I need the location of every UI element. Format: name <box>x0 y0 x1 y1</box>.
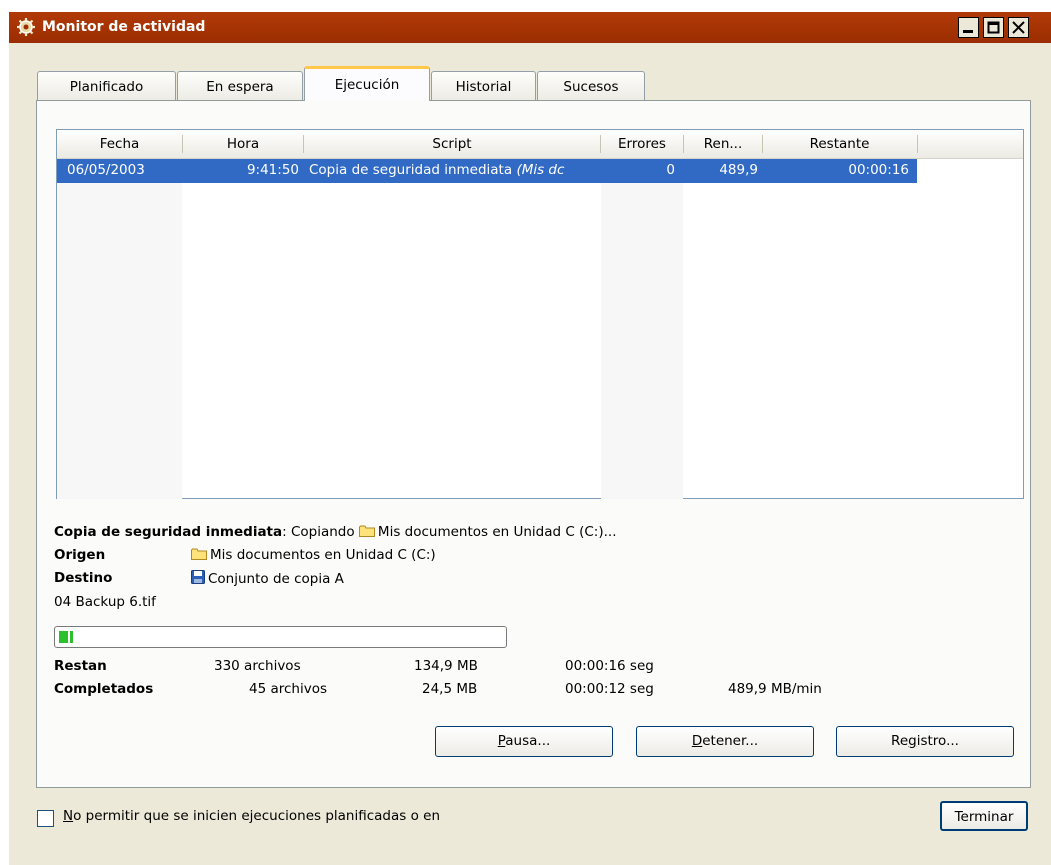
progress-bar <box>54 626 507 648</box>
tab-en-espera[interactable]: En espera <box>177 71 303 101</box>
operation-status: Copia de seguridad inmediata: Copiando M… <box>54 524 617 540</box>
progress-block <box>59 631 68 643</box>
minimize-icon <box>963 30 973 33</box>
close-icon <box>1012 21 1025 34</box>
column-shade <box>601 183 683 499</box>
maximize-icon <box>987 21 1000 34</box>
destino-value: Conjunto de copia A <box>191 570 344 587</box>
completados-time: 00:00:12 seg <box>565 681 654 697</box>
tab-ejecucion[interactable]: Ejecución <box>304 66 430 101</box>
column-header-script[interactable]: Script <box>304 130 600 158</box>
list-header: Fecha Hora Script Errores Ren... Restant… <box>57 130 1023 159</box>
folder-icon <box>191 548 207 560</box>
origen-value: Mis documentos en Unidad C (C:) <box>191 547 436 563</box>
restan-files: 330 archivos <box>214 658 301 674</box>
completados-files: 45 archivos <box>249 681 328 697</box>
origen-label: Origen <box>54 547 106 563</box>
cell-fecha: 06/05/2003 <box>67 162 145 178</box>
pause-button[interactable]: Pausa... <box>435 726 613 757</box>
cell-errores: 0 <box>666 162 675 178</box>
activity-monitor-window: Monitor de actividad Planificado En espe… <box>9 12 1051 865</box>
column-header-ren[interactable]: Ren... <box>684 130 762 158</box>
completados-label: Completados <box>54 681 154 697</box>
terminar-button[interactable]: Terminar <box>940 801 1028 831</box>
column-header-fecha[interactable]: Fecha <box>57 130 182 158</box>
destino-label: Destino <box>54 570 113 586</box>
gear-icon <box>17 18 35 36</box>
column-header-restante[interactable]: Restante <box>763 130 916 158</box>
completados-size: 24,5 MB <box>422 681 478 697</box>
close-button[interactable] <box>1008 17 1029 38</box>
cell-restante: 00:00:16 <box>848 162 909 178</box>
title-bar[interactable]: Monitor de actividad <box>9 12 1051 43</box>
folder-icon <box>358 525 375 537</box>
table-row[interactable]: 06/05/2003 9:41:50 Copia de seguridad in… <box>57 159 917 183</box>
cell-ren: 489,9 <box>719 162 758 178</box>
stop-button[interactable]: Detener... <box>636 726 814 757</box>
tab-sucesos[interactable]: Sucesos <box>537 71 645 101</box>
restan-size: 134,9 MB <box>414 658 478 674</box>
minimize-button[interactable] <box>958 17 979 38</box>
execution-list[interactable]: Fecha Hora Script Errores Ren... Restant… <box>56 129 1024 499</box>
column-shade <box>57 183 182 499</box>
restan-time: 00:00:16 seg <box>565 658 654 674</box>
cell-hora: 9:41:50 <box>246 162 299 178</box>
progress-block <box>70 631 73 643</box>
tab-historial[interactable]: Historial <box>431 71 536 101</box>
log-button[interactable]: Registro... <box>836 726 1014 757</box>
current-file: 04 Backup 6.tif <box>54 594 156 610</box>
restan-label: Restan <box>54 658 107 674</box>
disable-scheduled-checkbox[interactable] <box>37 810 54 827</box>
maximize-button[interactable] <box>983 17 1004 38</box>
completados-rate: 489,9 MB/min <box>728 681 822 697</box>
execution-panel: Fecha Hora Script Errores Ren... Restant… <box>36 100 1031 788</box>
column-header-hora[interactable]: Hora <box>183 130 303 158</box>
column-header-errores[interactable]: Errores <box>601 130 683 158</box>
cell-script: Copia de seguridad inmediata (Mis dc <box>309 162 565 178</box>
disable-scheduled-label[interactable]: No permitir que se inicien ejecuciones p… <box>63 808 440 824</box>
disk-icon <box>191 570 205 584</box>
tab-planificado[interactable]: Planificado <box>37 71 176 101</box>
window-title: Monitor de actividad <box>42 19 206 35</box>
